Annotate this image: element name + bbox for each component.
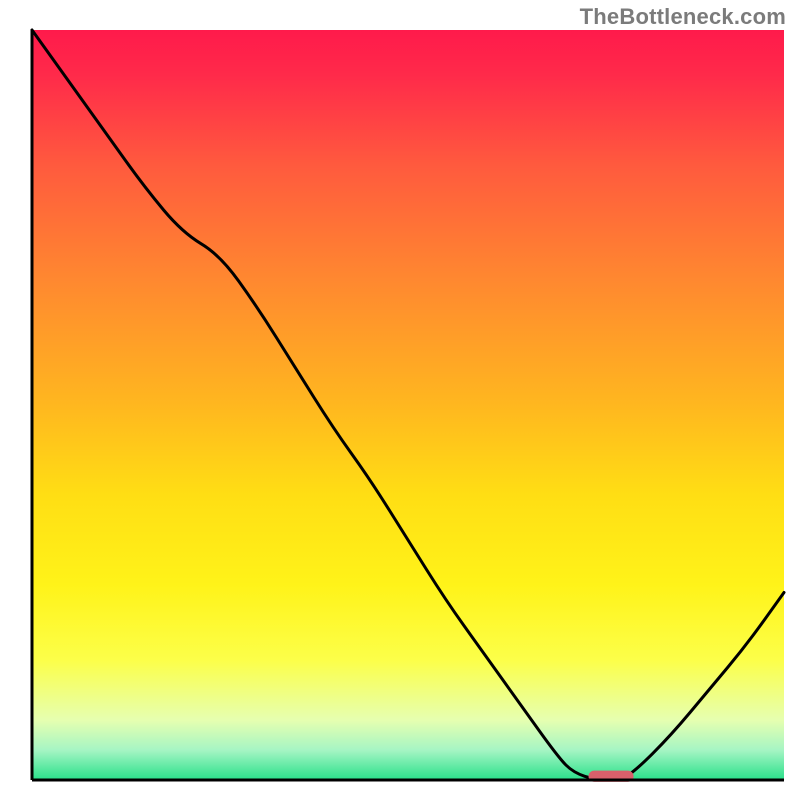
watermark-text: TheBottleneck.com [580, 4, 786, 30]
chart-container: TheBottleneck.com [0, 0, 800, 800]
bottleneck-chart [0, 0, 800, 800]
plot-background [32, 30, 784, 780]
